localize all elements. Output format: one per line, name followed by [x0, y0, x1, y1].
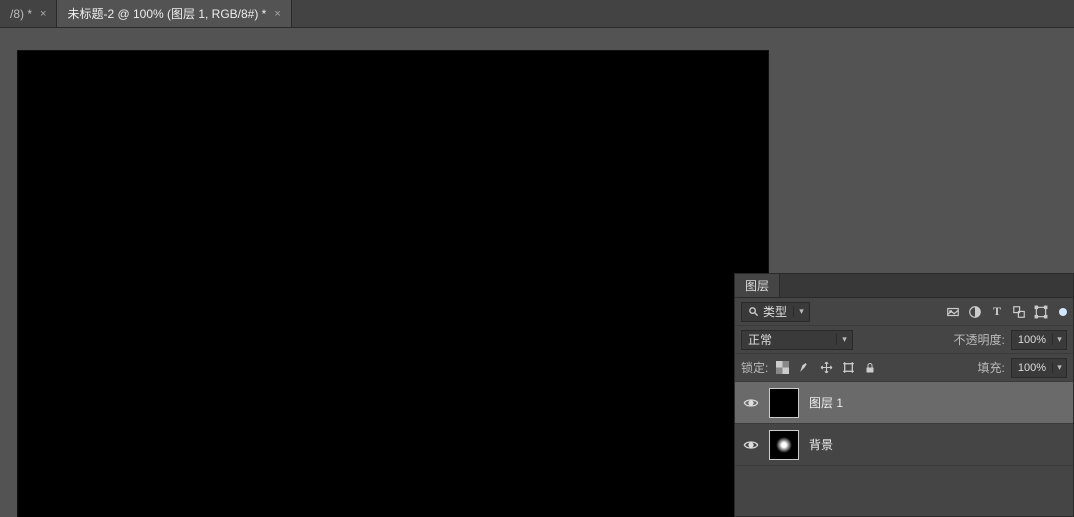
document-tab-inactive[interactable]: /8) * × — [0, 0, 57, 27]
opacity-value: 100% — [1012, 334, 1052, 346]
tab-label-fragment: /8) * — [10, 7, 32, 21]
fill-label: 填充: — [978, 359, 1005, 376]
opacity-label: 不透明度: — [954, 331, 1005, 348]
lock-pixels-icon[interactable] — [796, 360, 812, 376]
filter-type-label: 类型 — [763, 303, 787, 320]
blend-opacity-row: 正常 ▾ 不透明度: 100% ▾ — [735, 326, 1073, 354]
lock-position-icon[interactable] — [818, 360, 834, 376]
panel-tab-bar: 图层 — [735, 274, 1073, 298]
panel-title: 图层 — [745, 277, 769, 294]
blend-mode-value: 正常 — [742, 331, 778, 348]
layer-thumbnail[interactable] — [769, 430, 799, 460]
layer-name[interactable]: 图层 1 — [809, 394, 843, 411]
filter-pixel-icon[interactable] — [945, 304, 961, 320]
chevron-down-icon: ▾ — [793, 306, 809, 317]
opacity-input[interactable]: 100% ▾ — [1011, 330, 1067, 350]
document-tab-bar: /8) * × 未标题-2 @ 100% (图层 1, RGB/8#) * × — [0, 0, 1074, 28]
close-icon[interactable]: × — [274, 8, 280, 20]
filter-smart-icon[interactable] — [1033, 304, 1049, 320]
layer-row[interactable]: 图层 1 — [735, 382, 1073, 424]
workspace: 图层 类型 ▾ T — [0, 28, 1074, 517]
lock-transparent-icon[interactable] — [774, 360, 790, 376]
lock-artboard-icon[interactable] — [840, 360, 856, 376]
layer-list: 图层 1 背景 — [735, 382, 1073, 516]
close-icon[interactable]: × — [40, 8, 46, 20]
layer-name[interactable]: 背景 — [809, 436, 833, 453]
fill-value: 100% — [1012, 362, 1052, 374]
chevron-down-icon: ▾ — [836, 334, 852, 345]
blend-mode-dropdown[interactable]: 正常 ▾ — [741, 330, 853, 350]
layer-row[interactable]: 背景 — [735, 424, 1073, 466]
tab-layers[interactable]: 图层 — [735, 274, 780, 297]
search-icon — [748, 306, 759, 317]
lock-all-icon[interactable] — [862, 360, 878, 376]
eye-icon[interactable] — [743, 437, 759, 453]
document-tab-active[interactable]: 未标题-2 @ 100% (图层 1, RGB/8#) * × — [57, 0, 291, 27]
chevron-down-icon: ▾ — [1052, 362, 1066, 373]
fill-input[interactable]: 100% ▾ — [1011, 358, 1067, 378]
layer-thumbnail[interactable] — [769, 388, 799, 418]
filter-type-dropdown[interactable]: 类型 ▾ — [741, 302, 810, 322]
eye-icon[interactable] — [743, 395, 759, 411]
canvas[interactable] — [18, 51, 768, 517]
chevron-down-icon: ▾ — [1052, 334, 1066, 345]
filter-shape-icon[interactable] — [1011, 304, 1027, 320]
tab-label: 未标题-2 @ 100% (图层 1, RGB/8#) * — [67, 5, 266, 22]
filter-toggle-icon[interactable] — [1059, 308, 1067, 316]
lock-fill-row: 锁定: 填充: 100% ▾ — [735, 354, 1073, 382]
filter-type-text-icon[interactable]: T — [989, 304, 1005, 320]
layer-filter-row: 类型 ▾ T — [735, 298, 1073, 326]
filter-adjust-icon[interactable] — [967, 304, 983, 320]
layers-panel: 图层 类型 ▾ T — [734, 273, 1074, 517]
lock-label: 锁定: — [741, 359, 768, 376]
